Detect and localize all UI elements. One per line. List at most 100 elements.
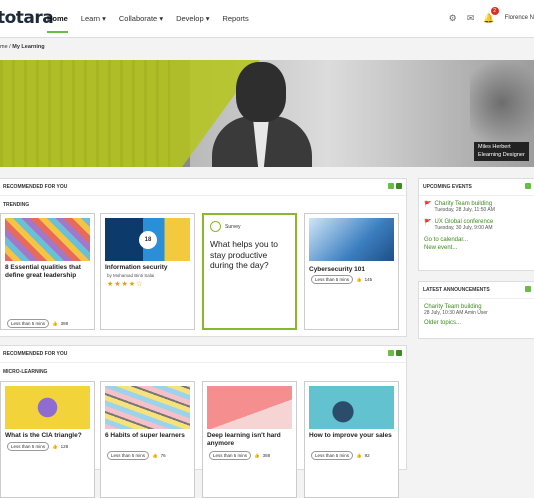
duration-pill: Less than 5 mins	[311, 451, 354, 460]
course-author: by Mohamad Binti Salai	[107, 273, 155, 278]
survey-question: What helps you to stay productive during…	[210, 239, 279, 271]
panel-controls	[525, 286, 531, 292]
course-card[interactable]: Cybersecurity 101 Less than 5 mins 👍 145	[304, 213, 399, 330]
panel-title: RECOMMENDED FOR YOU	[0, 179, 406, 196]
like-count: 92	[364, 453, 370, 458]
course-title: What is the CIA triangle?	[5, 432, 82, 439]
top-icons: ⚙ ✉ 🔔 2 Florence N	[441, 7, 534, 24]
course-meta: Less than 5 mins 👍 388	[7, 319, 68, 328]
new-event-link[interactable]: New event...	[424, 245, 530, 251]
panel-title: UPCOMING EVENTS	[419, 179, 534, 196]
like-icon[interactable]: 👍	[356, 453, 362, 459]
latest-announcements-panel: LATEST ANNOUNCEMENTS Charity Team buildi…	[418, 281, 534, 339]
course-title: Information security	[105, 264, 168, 271]
collapse-icon[interactable]	[396, 350, 402, 356]
like-icon[interactable]: 👍	[254, 453, 260, 459]
hero-banner	[0, 60, 534, 167]
survey-card[interactable]: Survey What helps you to stay productive…	[202, 213, 297, 330]
event-item[interactable]: 🚩 UX Global conference Tuesday, 30 July,…	[424, 219, 530, 231]
recommended-panel-trending: RECOMMENDED FOR YOU TRENDING 8 Essential…	[0, 178, 407, 337]
panel-subheading: MICRO-LEARNING	[3, 369, 48, 375]
panel-controls	[388, 183, 402, 189]
course-card[interactable]: What is the CIA triangle? Less than 5 mi…	[0, 381, 95, 498]
course-image	[5, 218, 90, 261]
top-navigation-bar: totara Home Learn ▾ Collaborate ▾ Develo…	[0, 0, 534, 38]
like-count: 388	[262, 453, 271, 458]
panel-controls	[388, 350, 402, 356]
panel-title: LATEST ANNOUNCEMENTS	[419, 282, 534, 299]
course-card[interactable]: How to improve your sales Less than 5 mi…	[304, 381, 399, 498]
event-icon: 🚩	[424, 202, 432, 208]
duration-pill: Less than 5 mins	[209, 451, 252, 460]
bell-icon[interactable]: 🔔 2	[483, 7, 499, 24]
duration-pill: Less than 5 mins	[7, 319, 50, 328]
user-menu[interactable]: Florence N	[505, 15, 534, 21]
nav-develop[interactable]: Develop ▾	[176, 14, 209, 23]
course-image	[309, 218, 394, 261]
course-image	[207, 386, 292, 429]
go-to-calendar-link[interactable]: Go to calendar...	[424, 237, 530, 243]
like-icon[interactable]: 👍	[356, 277, 362, 283]
older-topics-link[interactable]: Older topics...	[424, 320, 530, 326]
gear-icon[interactable]: ⚙	[447, 12, 459, 24]
event-icon: 🚩	[424, 220, 432, 226]
hero-person-head	[236, 62, 286, 122]
expand-icon[interactable]	[388, 350, 394, 356]
course-meta: Less than 5 mins 👍 92	[311, 451, 370, 460]
duration-pill: Less than 5 mins	[7, 442, 50, 451]
course-title: Cybersecurity 101	[309, 266, 366, 273]
collapse-icon[interactable]	[396, 183, 402, 189]
like-icon[interactable]: 👍	[152, 453, 158, 459]
course-title: 6 Habits of super learners	[105, 432, 185, 439]
course-card[interactable]: 6 Habits of super learners Less than 5 m…	[100, 381, 195, 498]
event-date: Tuesday, 28 July, 11:50 AM	[434, 207, 495, 213]
course-card[interactable]: 18 Information security by Mohamad Binti…	[100, 213, 195, 330]
events-list: 🚩 Charity Team building Tuesday, 28 July…	[419, 196, 534, 251]
course-meta: Less than 5 mins 👍 145	[311, 275, 372, 284]
duration-pill: Less than 5 mins	[311, 275, 354, 284]
course-card[interactable]: Deep learning isn't hard anymore Less th…	[202, 381, 297, 498]
mail-icon[interactable]: ✉	[465, 12, 477, 24]
course-meta: Less than 5 mins 👍 76	[107, 451, 166, 460]
event-item[interactable]: 🚩 Charity Team building Tuesday, 28 July…	[424, 201, 530, 213]
panel-controls	[525, 183, 531, 189]
caption-name: Miles Herbert	[478, 144, 511, 150]
like-count: 388	[60, 321, 69, 326]
survey-icon	[210, 221, 221, 232]
notification-badge: 2	[490, 7, 499, 15]
panel-title: RECOMMENDED FOR YOU	[0, 346, 406, 363]
course-image	[5, 386, 90, 429]
course-card[interactable]: 8 Essential qualities that define great …	[0, 213, 95, 330]
caption-role: Elearning Designer	[478, 151, 525, 158]
nav-collaborate[interactable]: Collaborate ▾	[119, 14, 163, 23]
like-icon[interactable]: 👍	[52, 321, 58, 327]
totara-logo[interactable]: totara	[0, 8, 54, 28]
breadcrumb: me / My Learning	[0, 44, 45, 50]
nav-reports[interactable]: Reports	[222, 14, 248, 23]
like-count: 145	[364, 277, 373, 282]
course-badge: 18	[139, 231, 157, 249]
survey-label: Survey	[225, 224, 241, 230]
expand-icon[interactable]	[388, 183, 394, 189]
upcoming-events-panel: UPCOMING EVENTS 🚩 Charity Team building …	[418, 178, 534, 271]
rating-stars: ★★★★☆	[107, 281, 144, 288]
panel-subheading: TRENDING	[3, 202, 30, 208]
event-date: Tuesday, 30 July, 9:00 AM	[434, 225, 493, 231]
like-icon[interactable]: 👍	[52, 444, 58, 450]
main-nav: Home Learn ▾ Collaborate ▾ Develop ▾ Rep…	[47, 14, 262, 33]
duration-pill: Less than 5 mins	[107, 451, 150, 460]
announcement-list: Charity Team building 28 July, 10:30 AM …	[419, 299, 534, 326]
course-image	[309, 386, 394, 429]
course-meta: Less than 5 mins 👍 128	[7, 442, 68, 451]
course-title: How to improve your sales	[309, 432, 392, 439]
course-meta: Less than 5 mins 👍 388	[209, 451, 270, 460]
nav-home[interactable]: Home	[47, 14, 68, 33]
like-count: 128	[60, 444, 69, 449]
hero-caption: Miles Herbert Elearning Designer	[474, 142, 529, 162]
expand-icon[interactable]	[525, 286, 531, 292]
breadcrumb-current: My Learning	[12, 44, 45, 50]
like-count: 76	[160, 453, 166, 458]
expand-icon[interactable]	[525, 183, 531, 189]
nav-learn[interactable]: Learn ▾	[81, 14, 106, 23]
breadcrumb-home[interactable]: me	[0, 44, 8, 50]
